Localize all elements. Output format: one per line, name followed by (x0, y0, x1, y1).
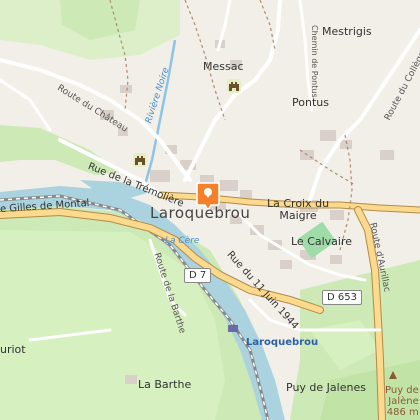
road-shield-d653: D 653 (322, 290, 362, 305)
triangle-peak-icon (389, 371, 397, 379)
place-label-la-croix-du-maigre: La Croix du Maigre (267, 197, 330, 222)
river-label-la-cere: La Cère (165, 236, 200, 246)
station-label: Laroquebrou (246, 337, 319, 348)
map-canvas[interactable]: Laroquebrou Messac Mestrigis Pontus La C… (0, 0, 420, 420)
road-shield-d7: D 7 (184, 268, 212, 283)
place-label-buriot: uriot (0, 343, 26, 356)
place-label-puy-de-jalenes: Puy de Jalenes (286, 381, 366, 394)
place-label-messac: Messac (203, 60, 244, 73)
castle-icon[interactable] (132, 152, 148, 168)
peak-label-puy-de-jalene: Puy de Jalène 486 m (385, 385, 419, 418)
place-label-le-calvaire: Le Calvaire (291, 235, 353, 248)
place-label-la-barthe: La Barthe (138, 378, 192, 391)
road-label-chemin-de-pontus: Chemin de Pontus (310, 25, 319, 98)
town-label[interactable]: Laroquebrou (150, 206, 250, 221)
place-label-mestrigis: Mestrigis (322, 25, 372, 38)
place-label-pontus: Pontus (292, 96, 329, 109)
castle-icon[interactable] (226, 78, 242, 94)
